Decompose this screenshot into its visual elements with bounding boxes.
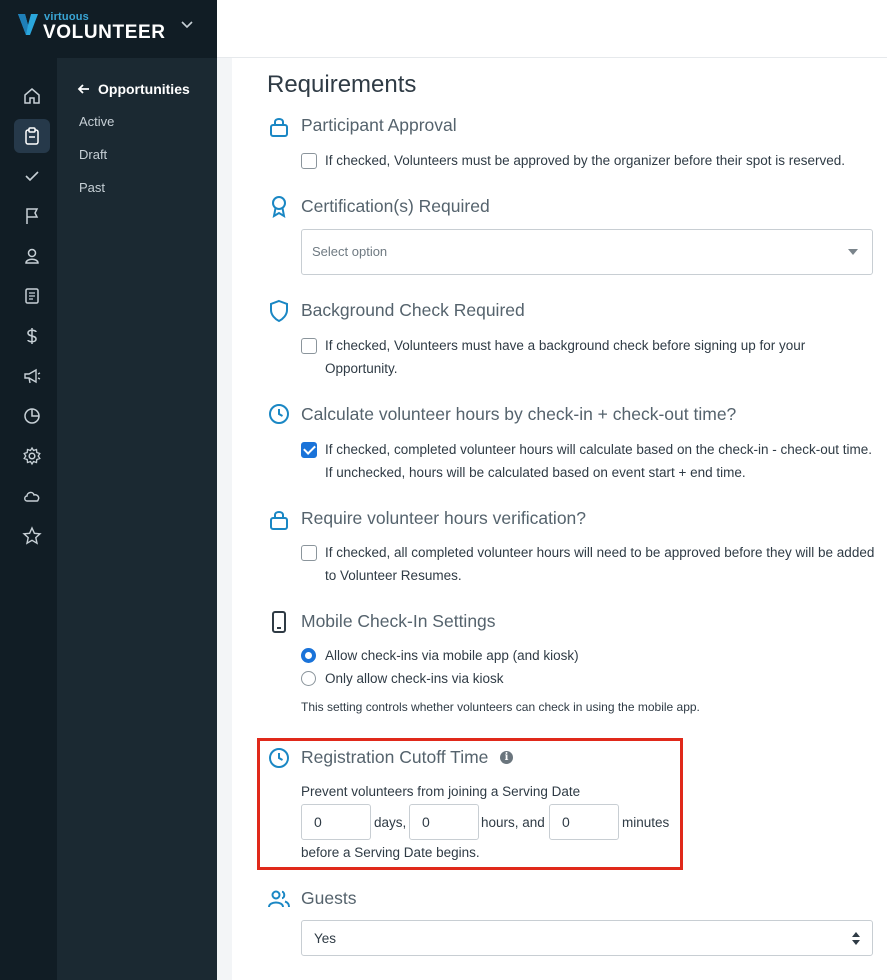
mobile-checkin-option-app-label: Allow check-ins via mobile app (and kios… (325, 648, 579, 663)
mobile-checkin-title: Mobile Check-In Settings (301, 611, 496, 631)
star-icon (22, 526, 42, 545)
rail-cloud[interactable] (14, 479, 50, 513)
cutoff-title: Registration Cutoff Time (301, 747, 489, 767)
content-gutter (217, 58, 232, 980)
back-label: Opportunities (98, 81, 190, 97)
participant-approval-title: Participant Approval (301, 115, 457, 135)
virtuous-logo-icon (18, 14, 38, 35)
mobile-checkin-helper: This setting controls whether volunteers… (301, 700, 700, 714)
rail-opportunities[interactable] (14, 119, 50, 153)
cutoff-minutes-label: minutes (622, 815, 670, 830)
cutoff-outro: before a Serving Date begins. (301, 845, 480, 860)
background-check-checkbox[interactable] (301, 338, 317, 354)
calc-hours-label: If checked, completed volunteer hours wi… (325, 442, 873, 480)
dollar-icon (27, 328, 37, 344)
rail-home[interactable] (14, 79, 50, 113)
verification-checkbox[interactable] (301, 545, 317, 561)
mobile-phone-icon (267, 610, 291, 634)
mobile-checkin-option-kiosk[interactable]: Only allow check-ins via kiosk (301, 671, 504, 686)
megaphone-icon (24, 368, 41, 384)
clipboard-icon (25, 127, 39, 145)
ribbon-icon (267, 194, 291, 219)
lock-icon (267, 508, 291, 532)
participant-approval-checkbox[interactable] (301, 153, 317, 169)
background-check-row: If checked, Volunteers must have a backg… (301, 336, 876, 380)
certification-placeholder: Select option (312, 244, 388, 259)
gear-icon (23, 446, 41, 466)
verification-label: If checked, all completed volunteer hour… (325, 545, 875, 583)
caret-down-icon (848, 249, 858, 255)
cloud-icon (24, 491, 40, 502)
mobile-checkin-option-kiosk-label: Only allow check-ins via kiosk (325, 671, 504, 686)
background-check-label: If checked, Volunteers must have a backg… (325, 338, 806, 376)
clock-icon (267, 746, 291, 770)
subnav-item-active[interactable]: Active (79, 114, 114, 129)
clock-icon (267, 402, 291, 426)
rail-people[interactable] (14, 239, 50, 273)
subnav-item-past[interactable]: Past (79, 180, 105, 195)
cutoff-intro: Prevent volunteers from joining a Servin… (301, 784, 581, 799)
verification-title: Require volunteer hours verification? (301, 508, 587, 528)
info-icon[interactable]: i (500, 751, 513, 764)
users-icon (267, 887, 291, 911)
back-to-opportunities[interactable]: Opportunities (77, 81, 190, 97)
rail-tasks[interactable] (14, 159, 50, 193)
pie-chart-icon (24, 408, 40, 424)
guests-value: Yes (314, 931, 337, 946)
subnav: Opportunities Active Draft Past (57, 58, 217, 980)
lock-icon (267, 115, 291, 139)
brand-name: VOLUNTEER (43, 22, 166, 43)
checkmark-icon (25, 171, 39, 182)
radio-button[interactable] (301, 671, 316, 686)
guests-select[interactable]: Yes (301, 920, 873, 956)
page-title: Requirements (267, 71, 417, 98)
rail-communications[interactable] (14, 359, 50, 393)
verification-row: If checked, all completed volunteer hour… (301, 543, 876, 587)
participant-approval-label: If checked, Volunteers must be approved … (325, 153, 846, 168)
home-icon (24, 88, 40, 104)
calc-hours-checkbox[interactable] (301, 442, 317, 458)
document-icon (25, 288, 39, 304)
calc-hours-row: If checked, completed volunteer hours wi… (301, 440, 876, 484)
radio-button-checked[interactable] (301, 648, 316, 663)
sort-arrows-icon (852, 932, 860, 946)
cutoff-hours-input[interactable]: 0 (409, 804, 479, 840)
chevron-down-icon[interactable] (180, 18, 194, 32)
rail-reports[interactable] (14, 399, 50, 433)
cutoff-days-label: days, (374, 815, 407, 830)
rail-favorites[interactable] (14, 519, 50, 553)
certification-title: Certification(s) Required (301, 196, 490, 216)
person-icon (25, 248, 39, 264)
shield-icon (267, 299, 291, 323)
guests-title: Guests (301, 888, 357, 908)
certification-select[interactable]: Select option (301, 229, 873, 275)
calc-hours-title: Calculate volunteer hours by check-in + … (301, 404, 737, 424)
rail-forms[interactable] (14, 279, 50, 313)
brand-bar: virtuous VOLUNTEER (0, 0, 217, 58)
requirements-panel: Requirements Participant Approval If che… (232, 58, 887, 980)
arrow-left-icon (77, 84, 89, 94)
subnav-item-draft[interactable]: Draft (79, 147, 107, 162)
rail-settings[interactable] (14, 439, 50, 473)
participant-approval-row: If checked, Volunteers must be approved … (301, 151, 876, 172)
rail-flags[interactable] (14, 199, 50, 233)
cutoff-days-input[interactable]: 0 (301, 804, 371, 840)
top-bar (217, 0, 887, 58)
mobile-checkin-option-app[interactable]: Allow check-ins via mobile app (and kios… (301, 648, 579, 663)
flag-icon (26, 208, 39, 224)
background-check-title: Background Check Required (301, 300, 525, 320)
cutoff-minutes-input[interactable]: 0 (549, 804, 619, 840)
cutoff-hours-label: hours, and (481, 815, 545, 830)
rail-donations[interactable] (14, 319, 50, 353)
